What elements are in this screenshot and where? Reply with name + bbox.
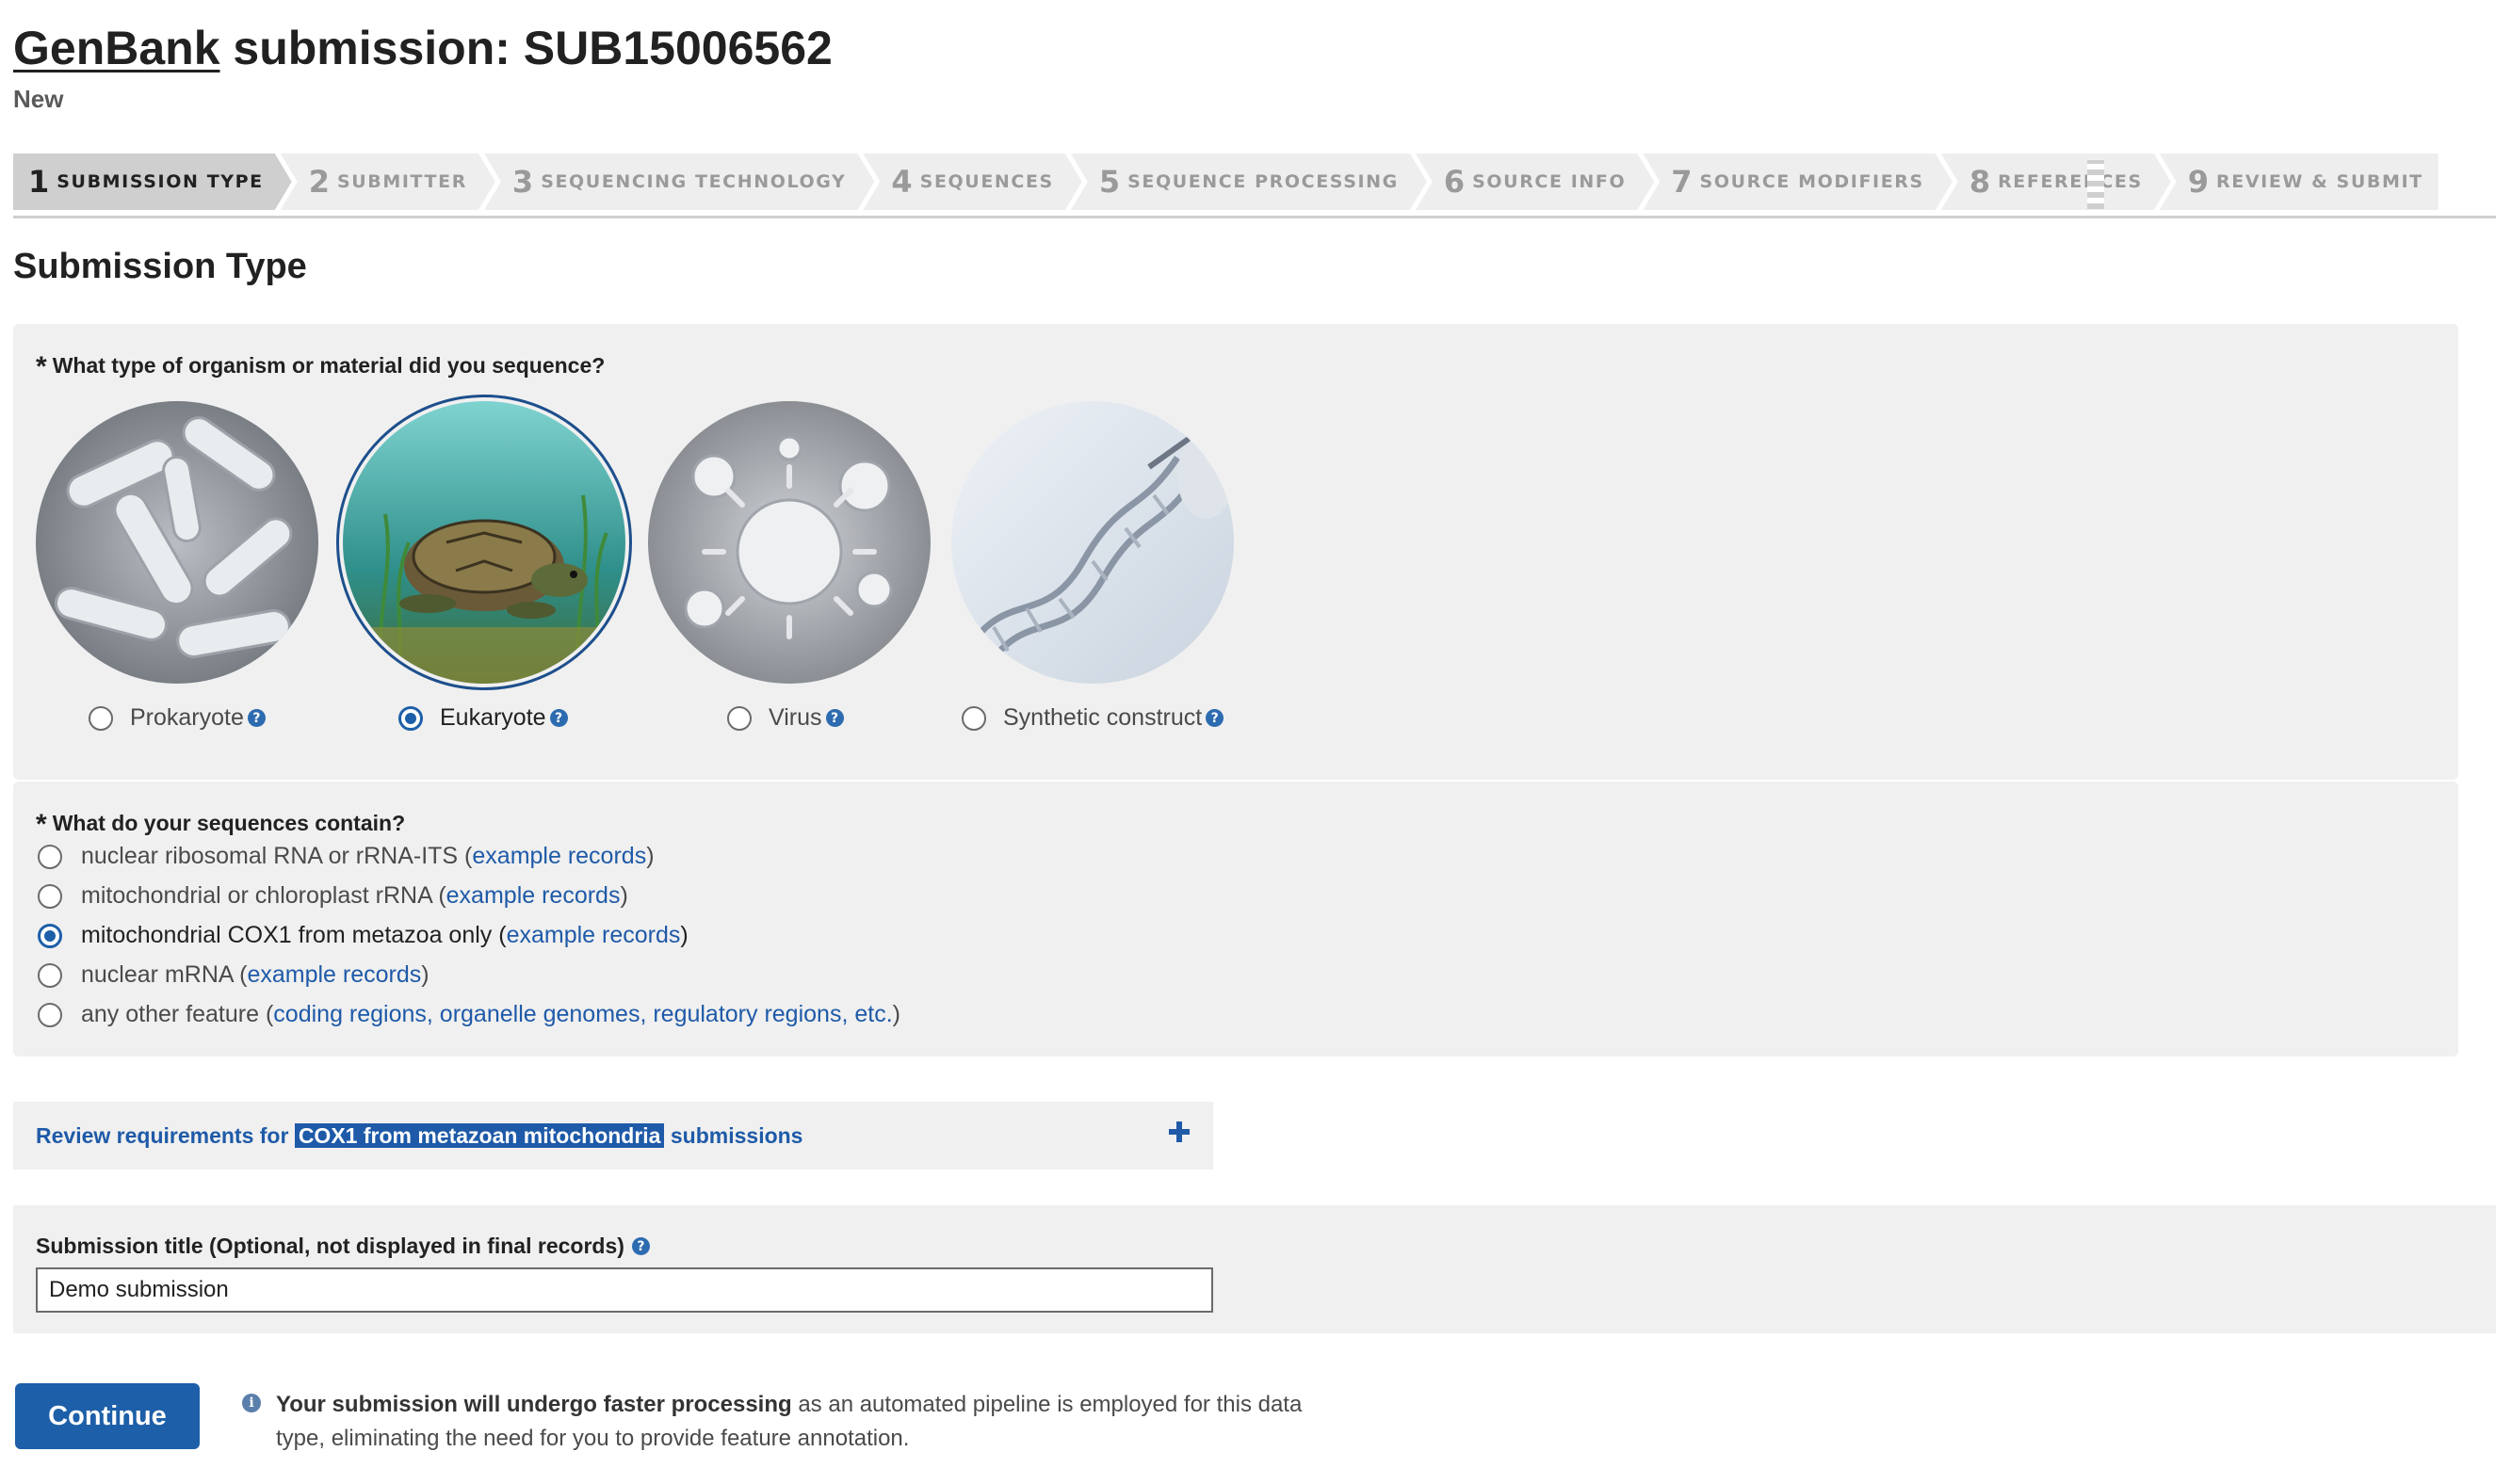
required-mark: * xyxy=(36,809,47,840)
help-icon[interactable]: ? xyxy=(631,1237,650,1255)
virus-image[interactable] xyxy=(648,401,931,684)
step-sequences[interactable]: 4 SEQUENCES xyxy=(863,153,1081,210)
example-records-link[interactable]: example records xyxy=(472,843,646,870)
virus-option[interactable]: Virus ? xyxy=(727,704,844,732)
example-records-link[interactable]: example records xyxy=(247,961,421,989)
help-icon[interactable]: ? xyxy=(825,709,844,727)
other-features-link[interactable]: coding regions, organelle genomes, regul… xyxy=(273,1001,892,1028)
bacteria-image[interactable] xyxy=(36,401,318,684)
step-references[interactable]: 8 REFERENCES xyxy=(1941,153,2171,210)
synthetic-construct-radio[interactable] xyxy=(962,705,986,731)
review-requirements-label[interactable]: Review requirements for COX1 from metazo… xyxy=(36,1123,802,1149)
submission-title-input[interactable] xyxy=(36,1267,1213,1313)
option-cox1[interactable]: mitochondrial COX1 from metazoa only (ex… xyxy=(38,922,689,949)
info-icon: i xyxy=(242,1394,261,1412)
radio-button[interactable] xyxy=(38,962,62,988)
submission-id: submission: SUB15006562 xyxy=(219,22,833,74)
continue-button[interactable]: Continue xyxy=(15,1383,200,1449)
required-mark: * xyxy=(36,351,47,382)
radio-button[interactable] xyxy=(38,844,62,869)
turtle-image xyxy=(343,401,625,684)
step-sequence-processing[interactable]: 5 SEQUENCE PROCESSING xyxy=(1071,153,1427,210)
contents-question: * What do your sequences contain? xyxy=(36,809,406,840)
example-records-link[interactable]: example records xyxy=(446,882,621,910)
step-source-modifiers[interactable]: 7 SOURCE MODIFIERS xyxy=(1643,153,1953,210)
submission-title-label: Submission title (Optional, not displaye… xyxy=(36,1234,650,1259)
plus-icon[interactable] xyxy=(1168,1121,1191,1143)
review-highlight: COX1 from metazoan mitochondria xyxy=(294,1123,665,1148)
step-wizard-divider xyxy=(13,216,2496,218)
help-icon[interactable]: ? xyxy=(247,709,266,727)
radio-button[interactable] xyxy=(38,923,62,948)
option-organelle-rrna[interactable]: mitochondrial or chloroplast rRNA (examp… xyxy=(38,882,628,910)
option-nuclear-mrna[interactable]: nuclear mRNA (example records) xyxy=(38,961,430,989)
radio-button[interactable] xyxy=(38,883,62,909)
help-icon[interactable]: ? xyxy=(1206,709,1224,727)
radio-button[interactable] xyxy=(38,1002,62,1027)
section-title: Submission Type xyxy=(13,247,307,286)
eukaryote-option[interactable]: Eukaryote ? xyxy=(398,704,568,732)
help-icon[interactable]: ? xyxy=(549,709,568,727)
prokaryote-option[interactable]: Prokaryote ? xyxy=(89,704,266,732)
step-wizard: 1 SUBMISSION TYPE 2 SUBMITTER 3 SEQUENCING … xyxy=(13,153,2439,210)
eukaryote-radio[interactable] xyxy=(398,705,423,731)
option-other-feature[interactable]: any other feature (coding regions, organ… xyxy=(38,1001,900,1028)
step-source-info[interactable]: 6 SOURCE INFO xyxy=(1416,153,1654,210)
status-label: New xyxy=(13,85,64,113)
prokaryote-radio[interactable] xyxy=(89,705,113,731)
step-review-submit[interactable]: 9 REVIEW & SUBMIT xyxy=(2159,153,2439,210)
synthetic-construct-option[interactable]: Synthetic construct ? xyxy=(962,704,1224,732)
option-nuclear-rrna[interactable]: nuclear ribosomal RNA or rRNA-ITS (examp… xyxy=(38,843,655,870)
organism-question: * What type of organism or material did y… xyxy=(36,351,606,382)
eukaryote-image-frame[interactable] xyxy=(336,395,632,690)
step-wizard-tail xyxy=(2087,160,2104,209)
step-submission-type[interactable]: 1 SUBMISSION TYPE xyxy=(13,153,292,210)
example-records-link[interactable]: example records xyxy=(507,922,681,949)
dna-image[interactable] xyxy=(951,401,1234,684)
virus-radio[interactable] xyxy=(727,705,752,731)
step-sequencing-technology[interactable]: 3 SEQUENCING TECHNOLOGY xyxy=(484,153,874,210)
step-submitter[interactable]: 2 SUBMITTER xyxy=(281,153,495,210)
info-message: Your submission will undergo faster proc… xyxy=(276,1392,1303,1451)
genbank-link[interactable]: GenBank xyxy=(13,22,220,74)
page-title: GenBank submission: SUB15006562 xyxy=(13,21,833,75)
